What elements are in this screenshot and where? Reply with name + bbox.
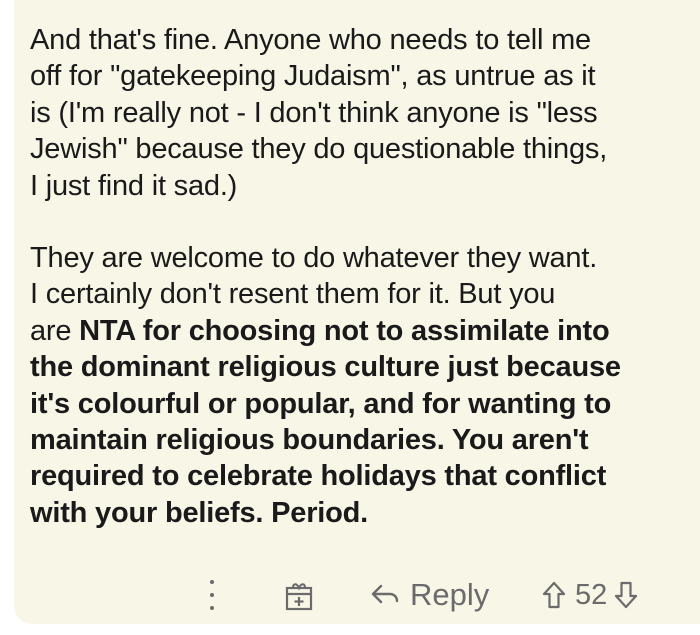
gift-award-icon[interactable] — [284, 578, 314, 612]
comment-line: Jewish" because they do questionable thi… — [30, 133, 608, 166]
comment-line-bold: required to celebrate holidays that conf… — [30, 460, 607, 493]
kebab-menu-icon[interactable] — [201, 580, 223, 610]
comment-paragraph-1: And that's fine. Anyone who needs to tel… — [30, 22, 692, 204]
comment-body: And that's fine. Anyone who needs to tel… — [30, 22, 692, 567]
gift-award-svg — [285, 583, 313, 611]
comment-line: off for "gatekeeping Judaism", as untrue… — [30, 60, 596, 93]
comment-line-bold: it's colourful or popular, and for wanti… — [30, 387, 612, 420]
comment-line-bold: the dominant religious culture just beca… — [30, 351, 621, 384]
reply-label: Reply — [410, 577, 490, 612]
comment-paragraph-2: They are welcome to do whatever they wan… — [30, 240, 692, 531]
comment-line: is (I'm really not - I don't think anyon… — [30, 96, 598, 129]
kebab-dot — [210, 580, 214, 584]
comment-line-mixed: are NTA for choosing not to assimilate i… — [30, 313, 692, 349]
comment-line-bold-part: NTA for choosing not to assimilate into — [79, 314, 610, 347]
vote-score: 52 — [575, 578, 608, 611]
comment-line: And that's fine. Anyone who needs to tel… — [30, 24, 591, 56]
vote-controls: 52 — [541, 574, 639, 616]
upvote-arrow-icon[interactable] — [541, 580, 567, 610]
comment-action-bar: Reply 52 — [14, 570, 700, 620]
kebab-dot — [210, 606, 214, 610]
comment-line-bold: maintain religious boundaries. You aren'… — [30, 424, 589, 457]
comment-line-normal-part: are — [30, 314, 80, 347]
downvote-arrow-icon[interactable] — [613, 580, 639, 610]
reply-arrow-icon — [371, 584, 399, 604]
comment-line: I certainly don't resent them for it. Bu… — [30, 278, 556, 311]
comment-line: They are welcome to do whatever they wan… — [30, 242, 598, 275]
comment-card: And that's fine. Anyone who needs to tel… — [14, 0, 700, 624]
kebab-dot — [210, 593, 214, 597]
comment-line: I just find it sad.) — [30, 169, 238, 202]
reply-button[interactable]: Reply — [370, 574, 489, 616]
comment-line-bold: with your beliefs. Period. — [30, 496, 369, 529]
